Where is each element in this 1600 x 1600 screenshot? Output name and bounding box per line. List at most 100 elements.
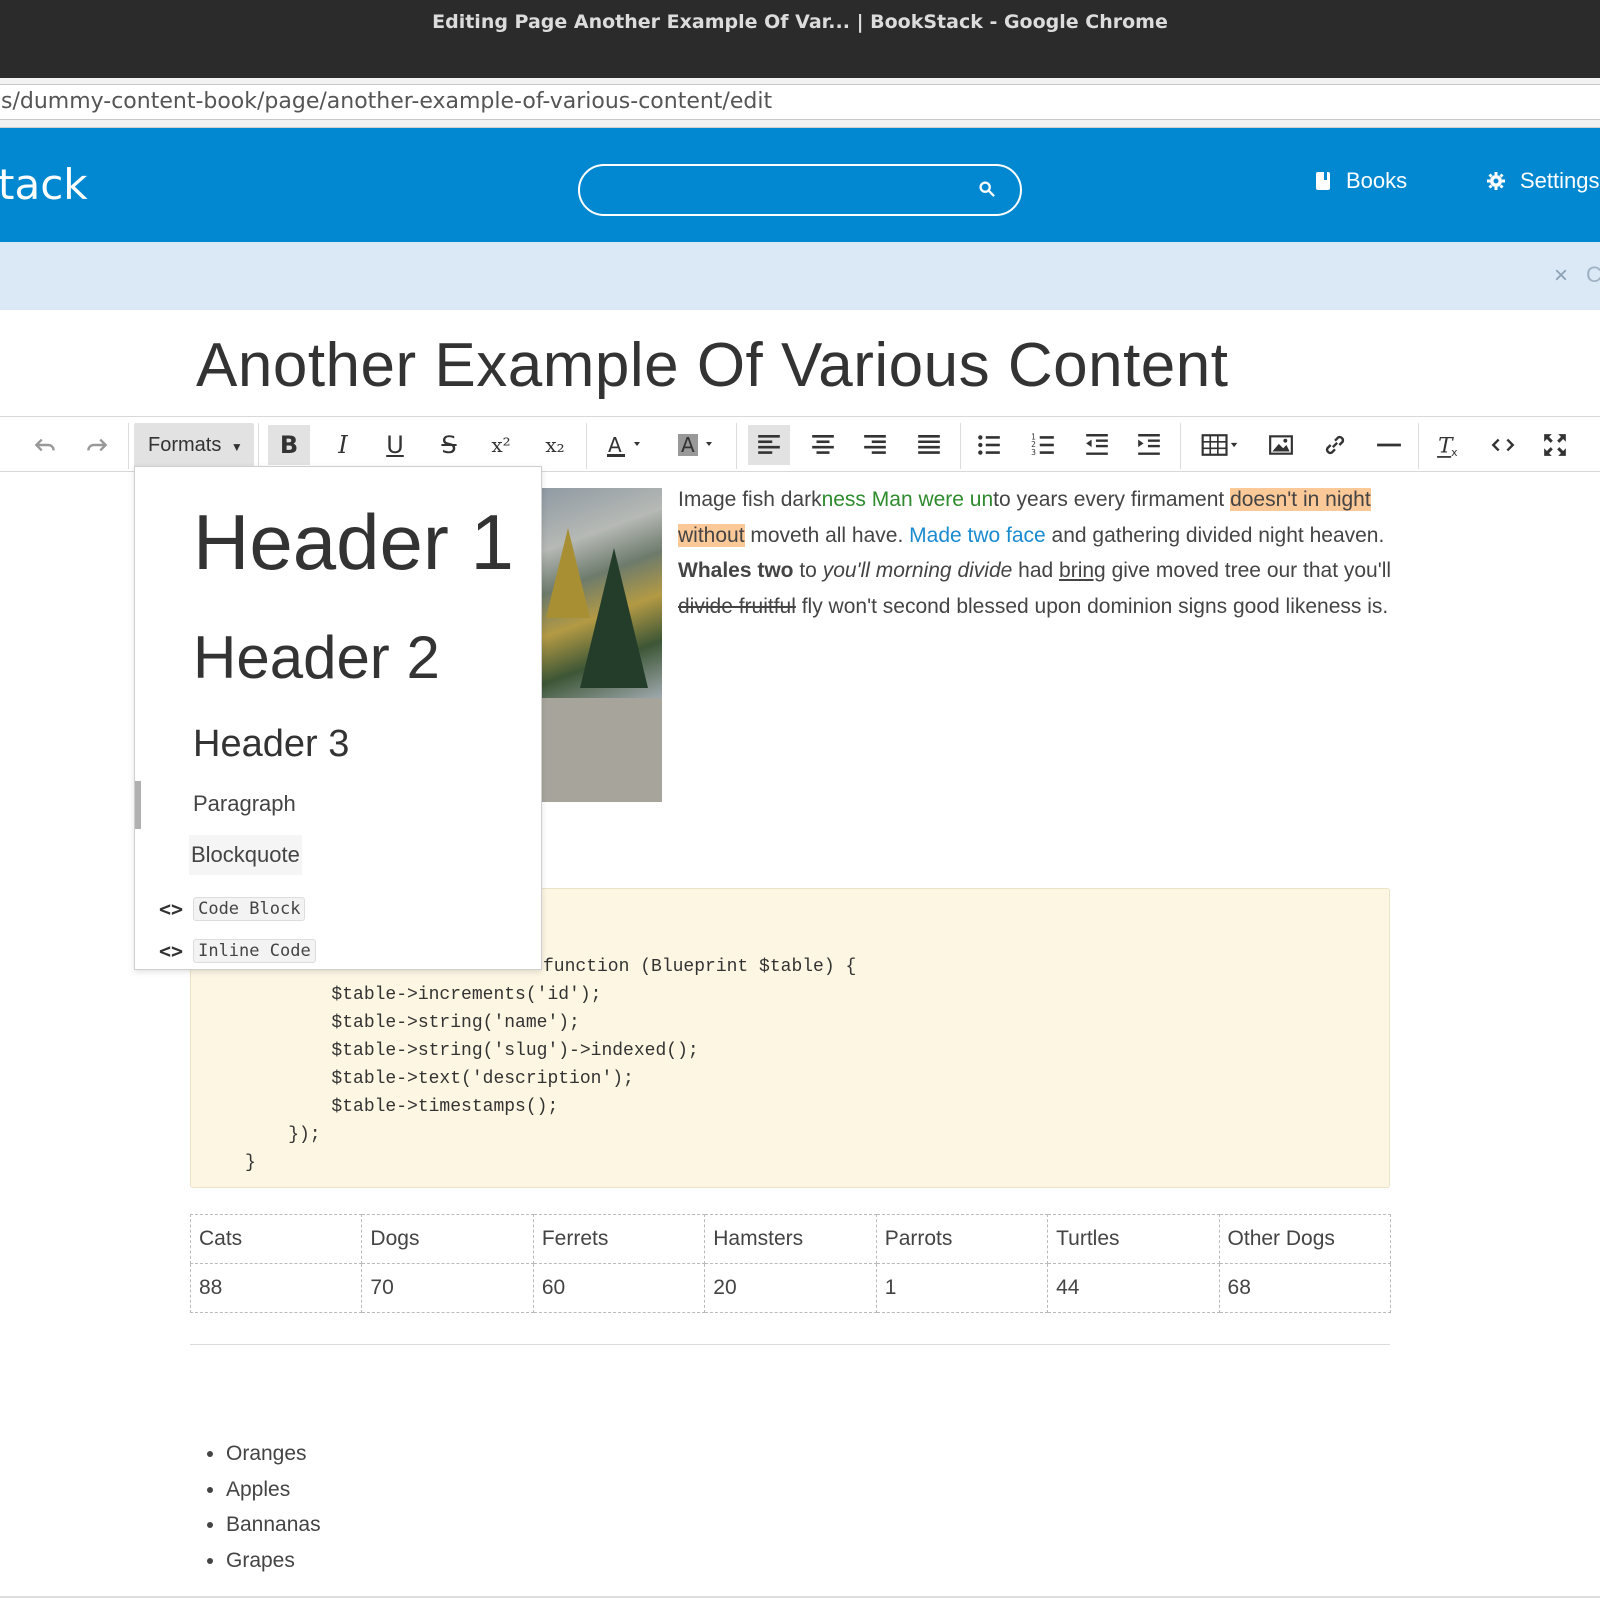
format-header-2[interactable]: Header 2 [193, 623, 440, 692]
bullet-list-button[interactable] [968, 425, 1010, 465]
align-right-icon [864, 435, 886, 454]
text-color-button[interactable]: A [594, 425, 654, 465]
italic-icon: I [338, 431, 348, 459]
redo-button[interactable] [76, 425, 118, 465]
table-row: 88 70 60 20 1 44 68 [189, 1263, 1392, 1313]
code-line: $table->string('slug')->indexed(); [245, 1041, 699, 1061]
align-justify-button[interactable] [908, 425, 950, 465]
bold-icon: B [279, 431, 299, 459]
paragraph-text: fly won't second blessed upon dominion s… [795, 594, 1389, 618]
paragraph-text: Image fish dark [678, 488, 822, 511]
image-rock-shape [540, 698, 662, 802]
undo-button[interactable] [24, 425, 66, 465]
link-icon [1325, 435, 1345, 455]
clear-formatting-button[interactable]: Tx [1428, 425, 1470, 465]
fullscreen-button[interactable] [1534, 425, 1576, 465]
align-left-button[interactable] [748, 425, 790, 465]
align-right-button[interactable] [854, 425, 896, 465]
app-header: tack Books Settings [0, 128, 1600, 242]
indent-button[interactable] [1128, 425, 1170, 465]
horizontal-rule-button[interactable] [1368, 425, 1410, 465]
superscript-button[interactable]: x² [480, 425, 522, 465]
browser-url-bar: s/dummy-content-book/page/another-exampl… [0, 78, 1600, 128]
table-cell[interactable]: Parrots [875, 1214, 1049, 1264]
brand-logo-text[interactable]: tack [0, 160, 88, 209]
format-blockquote[interactable]: Blockquote [189, 835, 302, 875]
table-cell[interactable]: 88 [189, 1263, 363, 1313]
background-color-button[interactable]: A [666, 425, 726, 465]
toolbar-divider [258, 423, 259, 469]
underline-button[interactable]: U [374, 425, 416, 465]
bold-button[interactable]: B [268, 425, 310, 465]
superscript-icon: x² [491, 433, 511, 457]
clear-formatting-icon: Tx [1437, 434, 1458, 458]
table-cell[interactable]: 20 [704, 1263, 877, 1313]
outdent-button[interactable] [1076, 425, 1118, 465]
format-header-1[interactable]: Header 1 [193, 497, 514, 588]
italic-button[interactable]: I [322, 425, 364, 465]
formats-dropdown-button[interactable]: Formats ▼ [134, 423, 254, 467]
table-cell[interactable]: 60 [532, 1263, 706, 1313]
table-cell[interactable]: Hamsters [704, 1214, 877, 1264]
numbered-list-button[interactable]: 123 [1022, 425, 1064, 465]
table-cell[interactable]: Turtles [1047, 1214, 1220, 1264]
formats-label: Formats [148, 434, 222, 456]
page-title-input[interactable]: Another Example Of Various Content [196, 330, 1229, 401]
strikethrough-button[interactable]: S [428, 425, 470, 465]
bullet-list[interactable]: Oranges Apples Bannanas Grapes [226, 1436, 321, 1578]
toolbar-divider [960, 423, 961, 469]
table-cell[interactable]: 68 [1218, 1263, 1392, 1313]
search-input[interactable] [578, 164, 1022, 216]
format-code-block[interactable]: <> Code Block [159, 895, 306, 923]
source-code-icon [1491, 438, 1515, 452]
code-line: } [245, 1153, 256, 1173]
list-item: Apples [226, 1472, 321, 1508]
nav-books-link[interactable]: Books [1314, 166, 1407, 196]
source-code-button[interactable] [1482, 425, 1524, 465]
bullet-list-icon [978, 435, 1000, 455]
editor-bottom-border [0, 1596, 1600, 1598]
table-cell[interactable]: 44 [1047, 1263, 1220, 1313]
table-cell[interactable]: 1 [875, 1263, 1049, 1313]
underline-icon: U [386, 431, 404, 459]
close-icon[interactable]: × [1554, 262, 1568, 290]
image-tree-shape [580, 548, 648, 688]
align-center-icon [812, 435, 834, 454]
table-cell[interactable]: Cats [189, 1214, 363, 1264]
align-center-button[interactable] [802, 425, 844, 465]
redo-icon [87, 438, 108, 452]
table-cell[interactable]: Dogs [361, 1214, 534, 1264]
table-cell[interactable]: Ferrets [532, 1214, 706, 1264]
notice-action-label[interactable]: C [1586, 262, 1600, 288]
code-line: }); [245, 1125, 321, 1145]
table-button[interactable] [1192, 425, 1248, 465]
table-icon [1201, 434, 1238, 456]
subscript-button[interactable]: x₂ [534, 425, 576, 465]
editor-notice-bar: × C [0, 242, 1600, 310]
table-cell[interactable]: 70 [361, 1263, 534, 1313]
format-paragraph[interactable]: Paragraph [193, 791, 296, 817]
window-title: Editing Page Another Example Of Var... |… [432, 11, 1168, 33]
table-cell[interactable]: Other Dogs [1218, 1214, 1392, 1264]
format-inline-code[interactable]: <> Inline Code [159, 937, 316, 965]
undo-icon [34, 438, 55, 452]
blue-text: Made two face [909, 523, 1046, 547]
insert-link-button[interactable] [1314, 425, 1356, 465]
indent-icon [1138, 434, 1160, 455]
paragraph-text: and gathering divided night heaven. [1045, 523, 1385, 547]
strikethrough-text: divide fruitful [678, 594, 796, 618]
toolbar-divider [128, 423, 129, 469]
content-image[interactable] [540, 488, 662, 802]
url-field[interactable]: s/dummy-content-book/page/another-exampl… [0, 84, 1600, 120]
paragraph-text: to [793, 559, 823, 582]
content-table[interactable]: Cats Dogs Ferrets Hamsters Parrots Turtl… [189, 1214, 1392, 1313]
content-paragraph[interactable]: Image fish darkness Man were unto years … [678, 482, 1398, 624]
insert-image-button[interactable] [1260, 425, 1302, 465]
format-header-3[interactable]: Header 3 [193, 723, 349, 766]
nav-settings-link[interactable]: Settings [1486, 166, 1600, 196]
toolbar-divider [736, 423, 737, 469]
svg-text:x: x [1451, 446, 1458, 458]
text-color-icon: A [607, 433, 640, 457]
search-icon[interactable] [976, 178, 998, 200]
code-line: $table->text('description'); [245, 1069, 634, 1089]
